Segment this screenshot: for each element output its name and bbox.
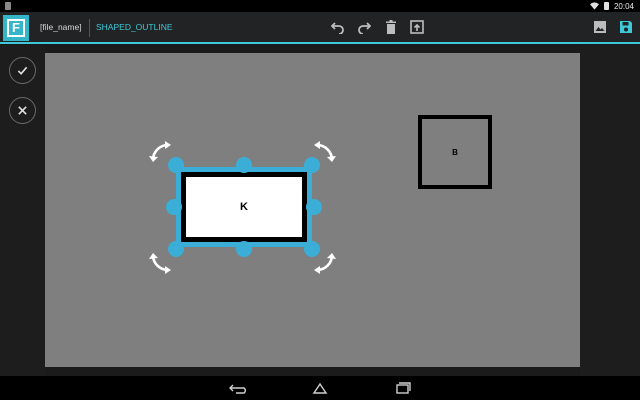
action-bar: F [file_name] SHAPED_OUTLINE bbox=[0, 12, 640, 44]
confirm-icon bbox=[17, 66, 28, 75]
delete-button[interactable] bbox=[382, 18, 400, 36]
export-button[interactable] bbox=[408, 18, 426, 36]
notification-icon bbox=[5, 2, 11, 10]
rotate-handle-top-right-icon[interactable] bbox=[311, 139, 337, 165]
recent-apps-button[interactable] bbox=[391, 381, 413, 395]
confirm-button[interactable] bbox=[9, 57, 36, 84]
app-logo[interactable]: F bbox=[3, 15, 29, 41]
undo-icon bbox=[331, 22, 344, 34]
rotate-handle-top-left-icon[interactable] bbox=[148, 139, 174, 165]
undo-button[interactable] bbox=[329, 18, 347, 36]
resize-handle-right[interactable] bbox=[306, 199, 322, 215]
home-button[interactable] bbox=[309, 381, 331, 395]
status-bar: 20:04 bbox=[0, 0, 640, 12]
rotate-handle-bottom-right-icon[interactable] bbox=[311, 250, 337, 276]
shape-b[interactable]: B bbox=[418, 115, 492, 189]
battery-icon bbox=[603, 2, 609, 10]
redo-button[interactable] bbox=[355, 18, 373, 36]
status-indicators: 20:04 bbox=[589, 0, 634, 12]
save-icon bbox=[620, 21, 632, 33]
redo-icon bbox=[358, 22, 371, 34]
image-button[interactable] bbox=[591, 18, 609, 36]
export-icon bbox=[410, 20, 424, 34]
file-name[interactable]: [file_name] bbox=[40, 22, 82, 32]
resize-handle-bottom[interactable] bbox=[236, 241, 252, 257]
app-logo-letter: F bbox=[7, 19, 25, 37]
shape-k-label: K bbox=[240, 201, 248, 213]
cancel-button[interactable] bbox=[9, 97, 36, 124]
delete-icon bbox=[386, 20, 396, 34]
wifi-icon bbox=[589, 2, 599, 10]
shape-b-label: B bbox=[452, 147, 458, 157]
side-panel bbox=[0, 46, 45, 376]
back-icon bbox=[229, 384, 246, 394]
cancel-icon bbox=[18, 106, 27, 115]
drawing-canvas[interactable]: K B bbox=[45, 53, 580, 367]
rotate-handle-bottom-left-icon[interactable] bbox=[148, 250, 174, 276]
tool-name: SHAPED_OUTLINE bbox=[96, 22, 173, 32]
recent-apps-icon bbox=[396, 382, 411, 394]
home-icon bbox=[312, 382, 328, 394]
back-button[interactable] bbox=[227, 381, 249, 395]
title-divider bbox=[89, 19, 90, 37]
app-screen: 20:04 F [file_name] SHAPED_OUTLINE K B bbox=[0, 0, 640, 400]
right-panel bbox=[580, 46, 640, 376]
shape-k[interactable]: K bbox=[181, 172, 307, 242]
resize-handle-left[interactable] bbox=[166, 199, 182, 215]
status-time: 20:04 bbox=[613, 1, 634, 11]
save-button[interactable] bbox=[617, 18, 635, 36]
image-icon bbox=[594, 21, 606, 33]
resize-handle-top[interactable] bbox=[236, 157, 252, 173]
navigation-bar bbox=[0, 376, 640, 400]
